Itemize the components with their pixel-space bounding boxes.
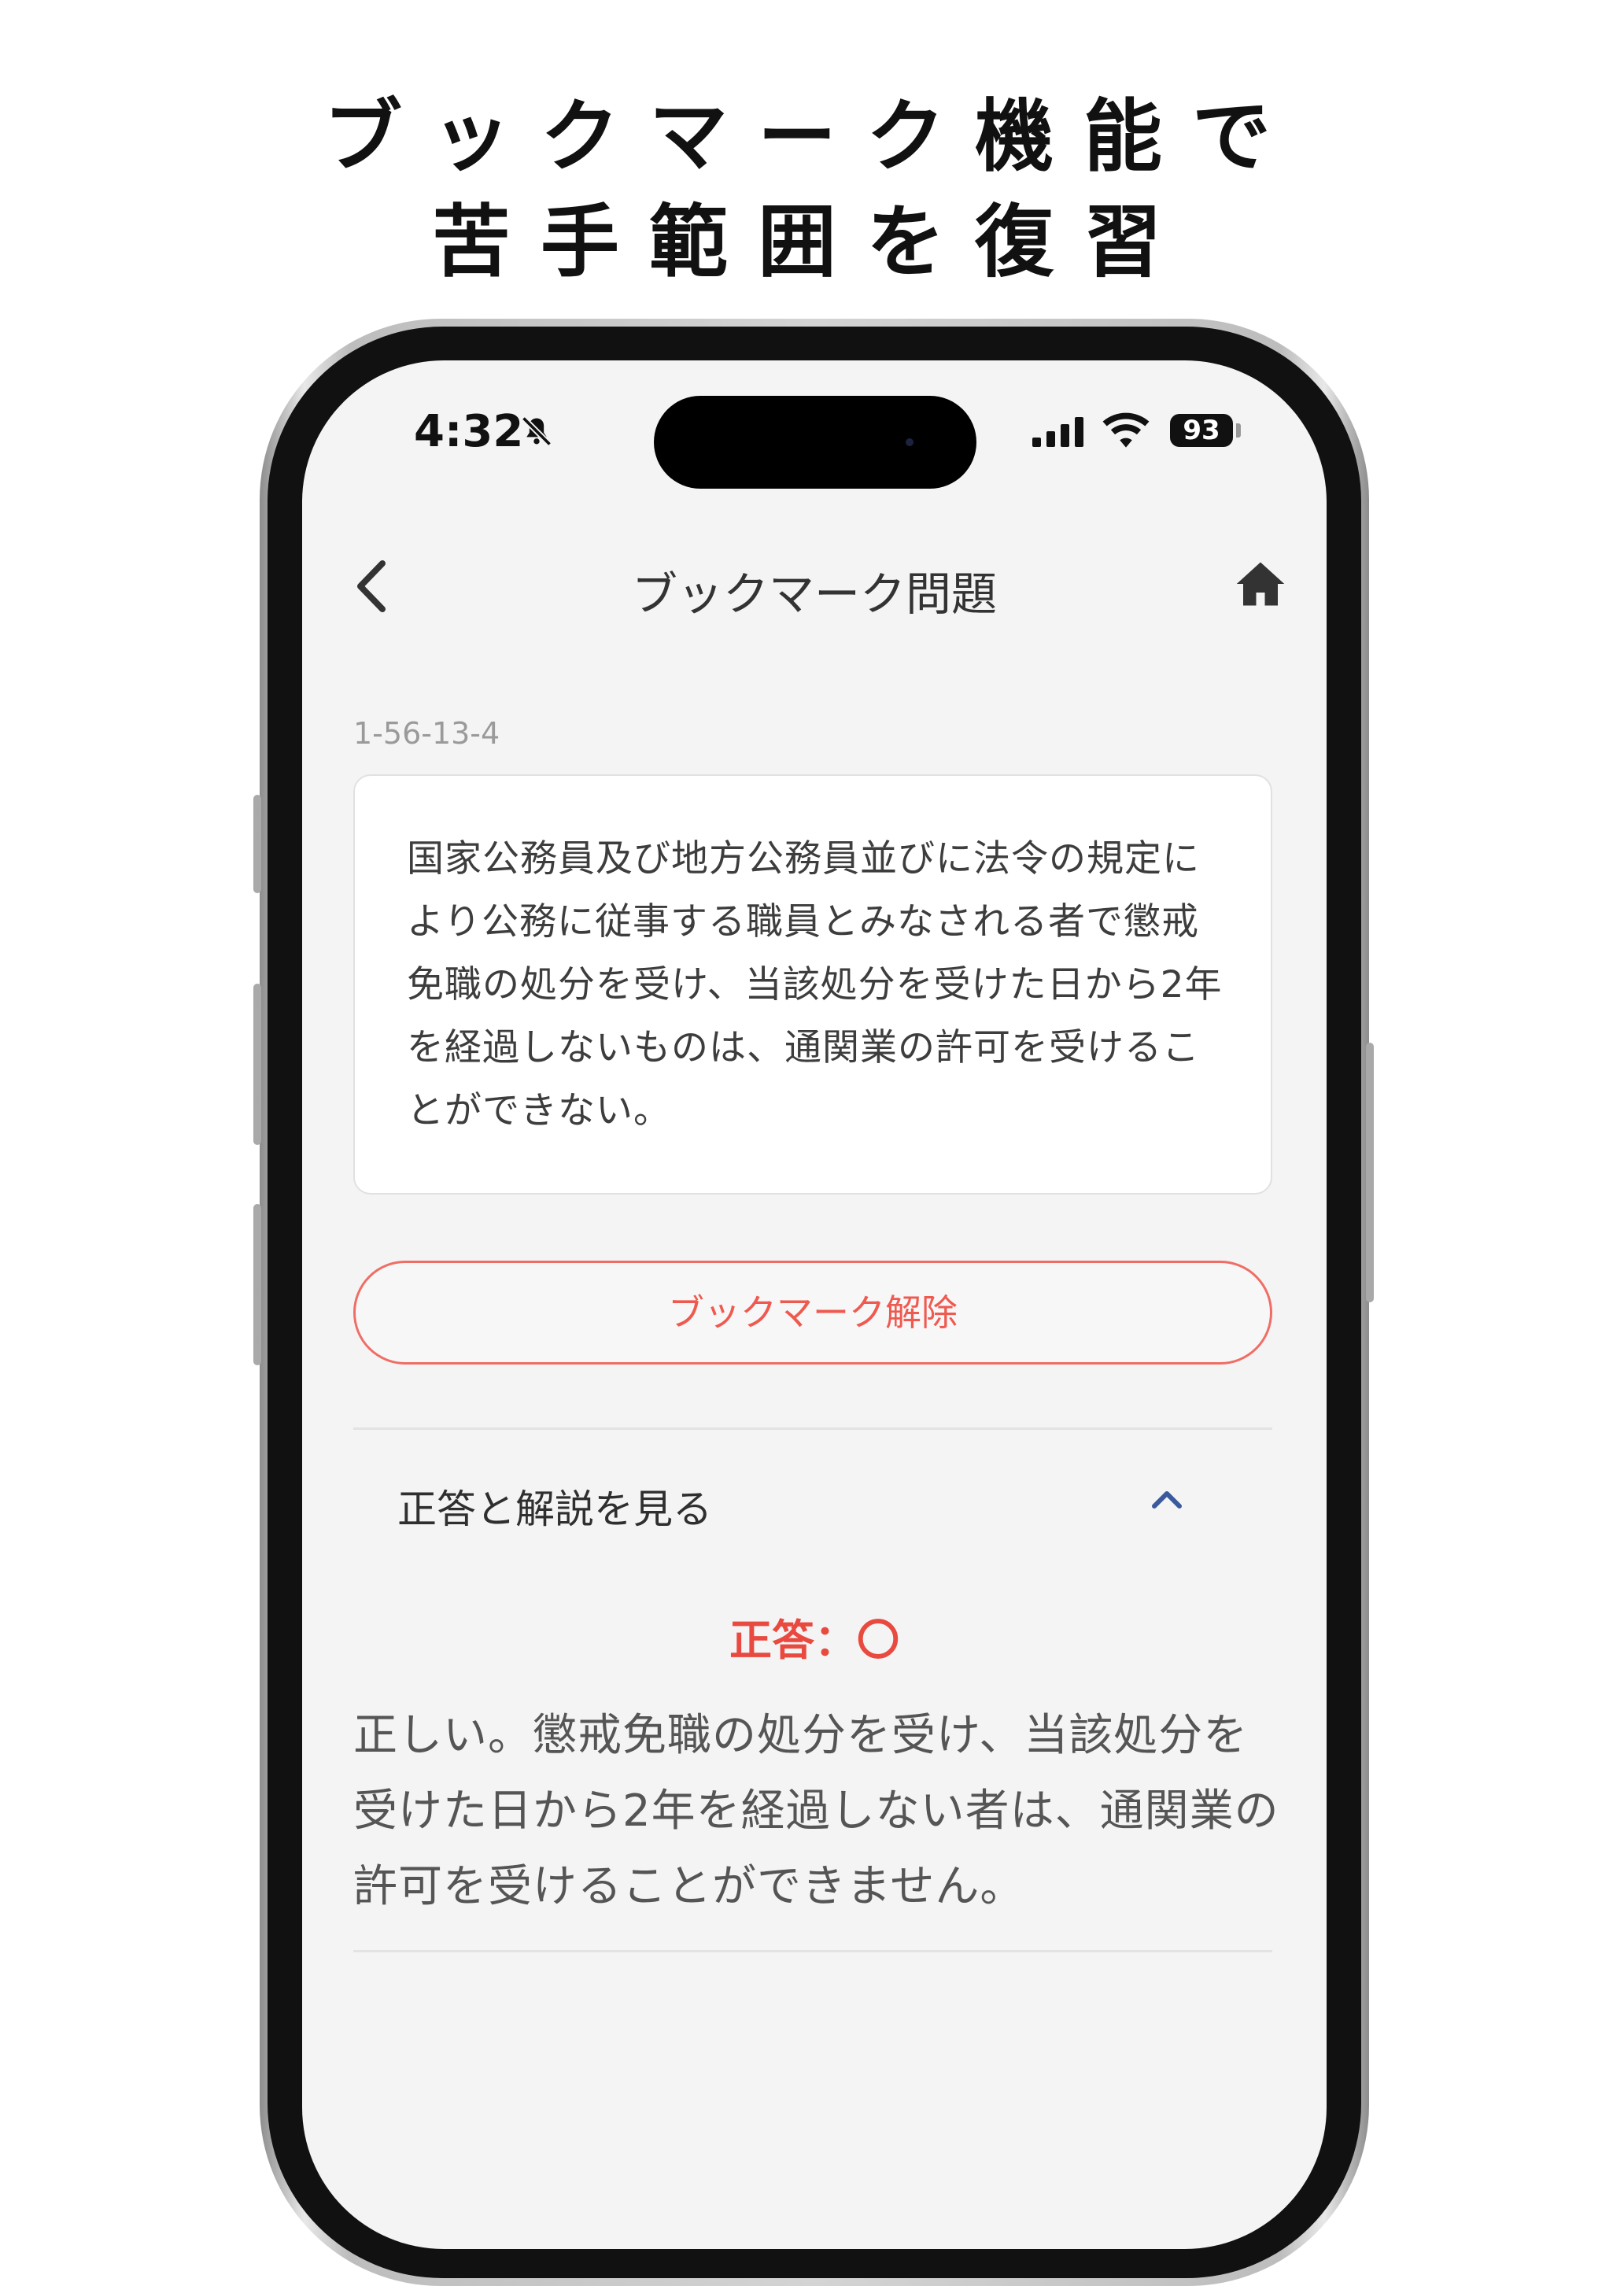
power-button [1366,1043,1374,1302]
bell-slash-icon [521,415,552,447]
promo-headline-line2: 苦手範囲を復習 [432,196,1192,288]
battery-indicator: 93 [1170,414,1233,447]
volume-up-button [253,984,261,1145]
answer-toggle[interactable]: 正答と解説を見る [353,1431,1272,1572]
chevron-up-icon[interactable] [1150,1487,1184,1511]
remove-bookmark-button[interactable]: ブックマーク解除 [353,1261,1272,1365]
promo-headline-line1: ブックマーク機能で [323,90,1301,183]
signal-icon [1032,417,1083,447]
divider-top [353,1427,1272,1430]
question-card: 国家公務員及び地方公務員並びに法令の規定により公務に従事する職員とみなされる者で… [353,774,1272,1195]
camera-dot [906,438,914,446]
answer-toggle-label: 正答と解説を見る [397,1486,712,1532]
question-text: 国家公務員及び地方公務員並びに法令の規定により公務に従事する職員とみなされる者で… [407,837,1223,1132]
question-id: 1-56-13-4 [353,716,500,751]
page-title: ブックマーク問題 [631,567,997,621]
battery-tip [1236,423,1241,438]
status-time: 4:32 [414,406,524,457]
volume-down-button [253,1204,261,1365]
explanation-text: 正しい。懲戒免職の処分を受け、当該処分を受けた日から2年を経過しない者は、通関業… [353,1710,1279,1912]
phone-screen: 4:32 93 ブックマーク問題 1-56-13-4 国家公務員及び地方公務員並… [302,360,1327,2249]
home-icon[interactable] [1235,559,1286,608]
divider-bottom [353,1950,1272,1952]
correct-answer: 正答：〇 [729,1616,899,1665]
wifi-icon [1102,412,1150,448]
dynamic-island [654,396,976,489]
action-button [253,795,261,893]
